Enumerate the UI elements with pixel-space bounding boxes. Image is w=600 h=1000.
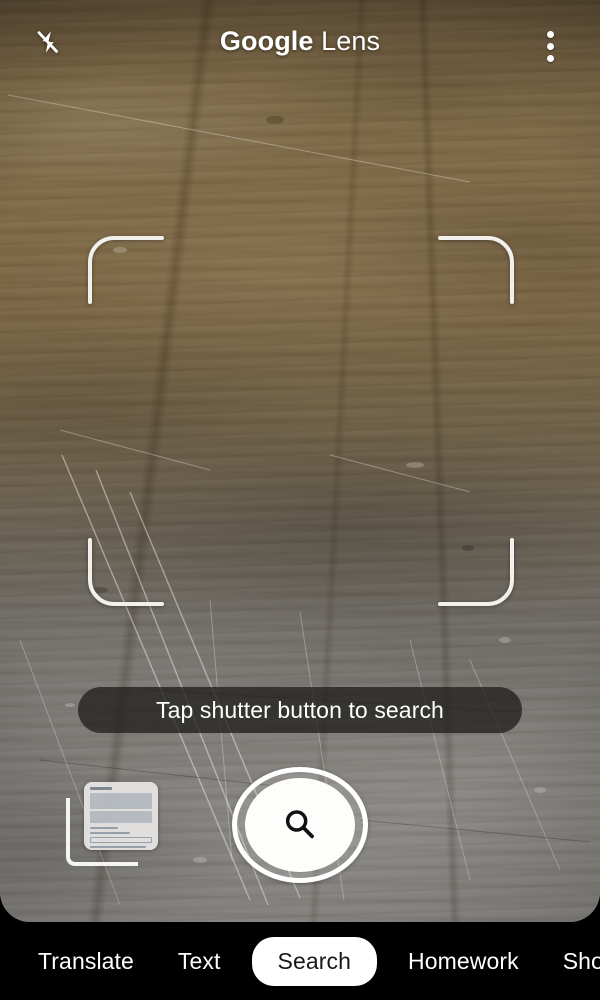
nav-item-search[interactable]: Search — [251, 936, 377, 986]
shutter-hint-text: Tap shutter button to search — [156, 696, 444, 723]
page-title: Google Lens — [0, 26, 600, 57]
shutter-button[interactable] — [232, 767, 368, 883]
more-vertical-icon — [546, 30, 554, 62]
mode-bottom-nav: Translate Text Search Homework Shop — [0, 922, 600, 1000]
gallery-thumbnail-button[interactable] — [66, 782, 158, 866]
top-app-bar: Google Lens — [0, 0, 600, 86]
nav-item-text[interactable]: Text — [156, 948, 243, 975]
page-title-brand: Google — [219, 26, 314, 56]
google-lens-camera-screen: Google Lens Tap shutter button to search — [0, 0, 600, 1000]
nav-item-shop[interactable]: Shop — [541, 948, 600, 975]
gallery-thumbnail-icon — [84, 782, 158, 850]
shutter-hint-tooltip: Tap shutter button to search — [78, 687, 522, 733]
search-icon — [278, 803, 322, 847]
nav-item-translate[interactable]: Translate — [16, 948, 156, 975]
page-title-product: Lens — [313, 26, 381, 56]
mode-nav-track[interactable]: Translate Text Search Homework Shop — [0, 936, 600, 986]
nav-item-homework[interactable]: Homework — [386, 948, 541, 975]
more-options-button[interactable] — [528, 24, 572, 68]
